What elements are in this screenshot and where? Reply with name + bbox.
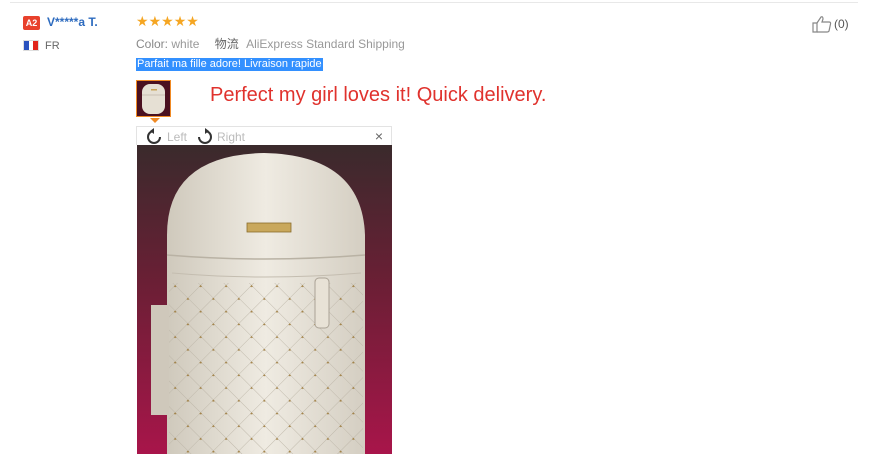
reviewer-name[interactable]: V*****a T.: [47, 15, 98, 29]
backpack-photo-image: [137, 145, 392, 454]
rotate-left-icon: [147, 128, 161, 144]
thumbs-up-icon[interactable]: [812, 15, 832, 33]
star-icon: ★: [148, 13, 162, 29]
reviewer-country: FR: [45, 40, 60, 52]
star-icon: ★: [186, 13, 199, 29]
review-photo-thumbnail[interactable]: [136, 80, 171, 117]
review-original-text: Parfait ma fille adore! Livraison rapide: [136, 58, 323, 71]
review-translation: Perfect my girl loves it! Quick delivery…: [210, 84, 547, 106]
color-label: Color:: [136, 37, 169, 51]
rotate-right-label: Right: [217, 130, 246, 144]
close-viewer-button[interactable]: ×: [375, 128, 383, 144]
star-icon: ★: [161, 13, 174, 29]
rotate-right-button[interactable]: Right: [195, 128, 245, 146]
star-rating: ★ ★ ★ ★ ★: [136, 13, 199, 29]
rotate-left-button[interactable]: Left: [145, 128, 187, 146]
shipping-value: AliExpress Standard Shipping: [246, 37, 405, 51]
rotate-right-icon: [198, 128, 212, 144]
helpful-count: (0): [834, 17, 849, 31]
star-icon: ★: [136, 13, 149, 29]
star-icon: ★: [173, 13, 187, 29]
top-divider: [10, 2, 858, 3]
order-info: Color: white 物流 AliExpress Standard Ship…: [136, 35, 405, 52]
france-flag-icon: [23, 40, 39, 51]
backpack-thumbnail-image: [137, 81, 170, 116]
photo-viewer-toolbar: Left Right ×: [136, 126, 392, 145]
shipping-label: 物流: [214, 37, 239, 51]
review-photo: [137, 145, 392, 454]
rotate-left-label: Left: [167, 130, 188, 144]
color-value: white: [171, 37, 200, 51]
thumbnail-active-indicator: [150, 118, 160, 123]
reviewer-level-badge: A2: [23, 16, 40, 30]
